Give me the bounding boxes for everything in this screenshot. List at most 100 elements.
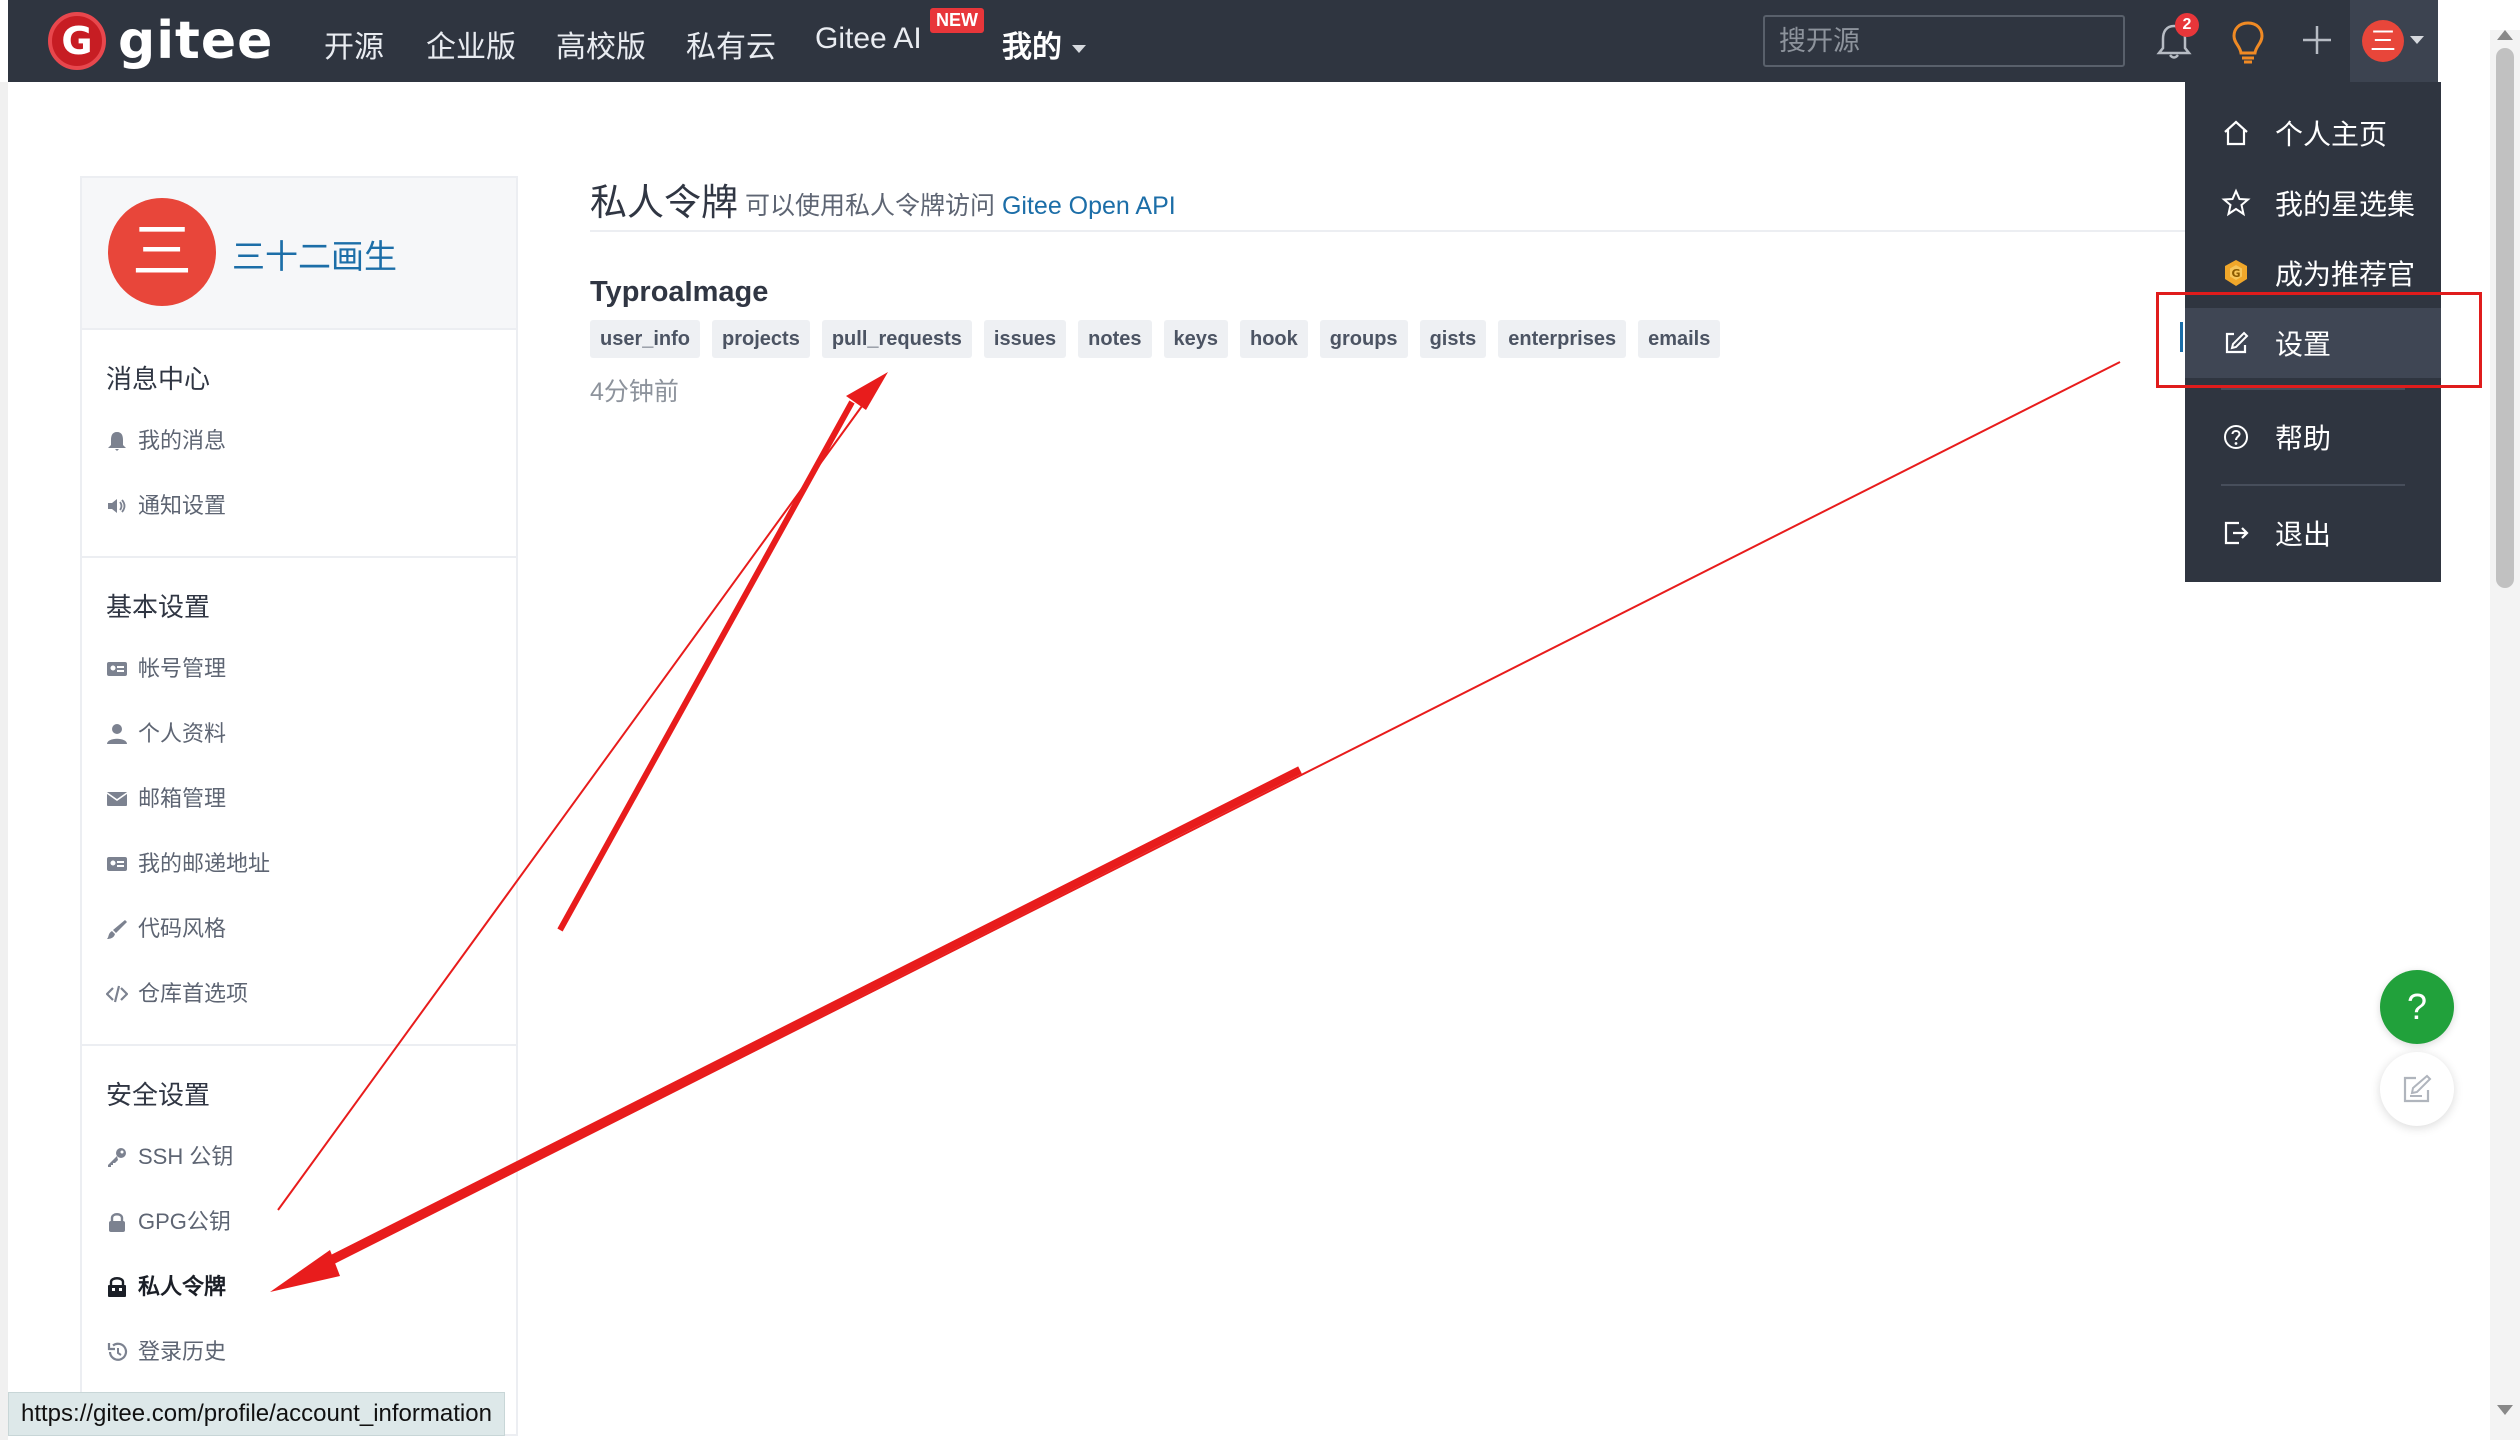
help-circle-icon [2224, 425, 2248, 449]
nav-item-open-source[interactable]: 开源 [324, 22, 384, 66]
edit-icon [2403, 1074, 2432, 1103]
new-badge: NEW [930, 8, 984, 33]
sidebar-item-account[interactable]: 帐号管理 [82, 636, 516, 701]
brush-icon [107, 919, 127, 939]
scope-tag: hook [1240, 320, 1308, 358]
sidebar-item-label: 个人资料 [138, 721, 227, 746]
nav-item-gitee-ai[interactable]: Gitee AI [815, 22, 922, 56]
sidebar-item-my-messages[interactable]: 我的消息 [82, 408, 516, 473]
top-navbar: G gitee 开源 企业版 高校版 私有云 Gitee AI NEW 我的 2 [8, 0, 2438, 82]
menu-item-logout[interactable]: 退出 [2185, 498, 2441, 568]
sidebar-item-email[interactable]: 邮箱管理 [82, 766, 516, 831]
sidebar-section-messages: 消息中心 我的消息 通知设置 [82, 330, 516, 558]
page-subtitle: 可以使用私人令牌访问 Gitee Open API [745, 192, 1176, 220]
annotation-arrow [319, 361, 2121, 1271]
sidebar-item-label: GPG公钥 [138, 1209, 231, 1234]
address-card-icon [107, 856, 127, 871]
sidebar-section-title: 安全设置 [106, 1080, 211, 1110]
scroll-down-arrow-icon[interactable] [2497, 1405, 2513, 1415]
scope-tag: issues [983, 320, 1067, 358]
help-button[interactable]: ? [2380, 970, 2454, 1044]
lock-icon [109, 1212, 125, 1232]
menu-divider [2221, 388, 2405, 390]
sidebar-item-label: 帐号管理 [138, 656, 227, 681]
plus-icon[interactable] [2299, 22, 2335, 58]
scope-tag: pull_requests [821, 320, 972, 358]
notification-count-badge: 2 [2175, 13, 2199, 37]
sidebar-item-code-style[interactable]: 代码风格 [82, 896, 516, 961]
menu-item-homepage[interactable]: 个人主页 [2185, 98, 2441, 168]
sidebar-section-security: 安全设置 SSH 公钥 GPG公钥 私人令牌 登录历史 [82, 1046, 516, 1402]
gitee-logo[interactable]: G gitee [48, 8, 273, 74]
avatar[interactable]: 三 [2362, 20, 2404, 62]
sidebar-user-card: 三 三十二画生 [82, 178, 516, 330]
sidebar-item-profile[interactable]: 个人资料 [82, 701, 516, 766]
scope-tag: notes [1078, 320, 1152, 358]
sidebar-item-label: 代码风格 [138, 916, 227, 941]
link-status-bar: https://gitee.com/profile/account_inform… [8, 1392, 505, 1436]
search-input[interactable] [1763, 15, 2125, 67]
scope-tag: enterprises [1498, 320, 1627, 358]
scope-tag: user_info [590, 320, 701, 358]
token-created-time: 4分钟前 [590, 378, 679, 406]
lightbulb-icon[interactable] [2230, 20, 2266, 64]
svg-text:G: G [2231, 267, 2240, 280]
scope-tag: emails [1638, 320, 1721, 358]
sidebar-item-label: 仓库首选项 [138, 981, 249, 1006]
open-api-link[interactable]: Gitee Open API [1002, 192, 1176, 220]
scope-tag: gists [1419, 320, 1487, 358]
annotation-arrow [557, 400, 855, 932]
feedback-button[interactable] [2380, 1052, 2454, 1126]
sidebar-item-label: 登录历史 [138, 1339, 227, 1364]
star-icon [2221, 188, 2251, 217]
sidebar-item-address[interactable]: 我的邮递地址 [82, 831, 516, 896]
sidebar-avatar[interactable]: 三 [108, 198, 216, 306]
sidebar-item-label: SSH 公钥 [138, 1144, 234, 1169]
sidebar-item-ssh-keys[interactable]: SSH 公钥 [82, 1124, 516, 1189]
speaker-icon [108, 498, 126, 513]
scrollbar-thumb[interactable] [2496, 48, 2514, 588]
gitee-logo-icon: G [48, 12, 106, 70]
token-icon [108, 1276, 126, 1297]
code-icon [106, 985, 128, 1002]
nav-item-enterprise[interactable]: 企业版 [426, 22, 516, 66]
sidebar-item-gpg-keys[interactable]: GPG公钥 [82, 1189, 516, 1254]
annotation-highlight-box [2156, 292, 2482, 388]
sidebar-username[interactable]: 三十二画生 [232, 230, 397, 278]
scope-tag: groups [1319, 320, 1408, 358]
sidebar-item-label: 私人令牌 [138, 1274, 227, 1299]
scope-tag: keys [1163, 320, 1228, 358]
badge-icon: G [2225, 260, 2247, 286]
sidebar-item-label: 邮箱管理 [138, 786, 227, 811]
key-icon [108, 1147, 126, 1167]
nav-item-education[interactable]: 高校版 [556, 22, 646, 66]
bell-icon [108, 431, 126, 451]
brand-name: gitee [118, 11, 274, 71]
scope-tag: projects [712, 320, 810, 358]
scroll-up-arrow-icon[interactable] [2497, 30, 2513, 40]
sidebar-item-login-history[interactable]: 登录历史 [82, 1319, 516, 1384]
page-title: 私人令牌 [590, 182, 738, 223]
sidebar-item-label: 我的消息 [138, 428, 227, 453]
sidebar-item-repo-preferences[interactable]: 仓库首选项 [82, 961, 516, 1026]
menu-item-starred[interactable]: 我的星选集 [2185, 168, 2441, 238]
logout-icon [2224, 521, 2249, 545]
user-icon [107, 723, 127, 744]
sidebar-item-label: 通知设置 [138, 493, 227, 518]
sidebar-section-title: 基本设置 [106, 592, 211, 622]
nav-item-mine[interactable]: 我的 [1002, 22, 1086, 66]
window-left-edge [0, 82, 8, 1440]
settings-sidebar: 三 三十二画生 消息中心 我的消息 通知设置 基本设置 帐号管理 个人资料 邮箱… [80, 176, 518, 1436]
envelope-icon [106, 791, 128, 806]
nav-item-private-cloud[interactable]: 私有云 [686, 22, 776, 66]
sidebar-item-notification-settings[interactable]: 通知设置 [82, 473, 516, 538]
menu-item-help[interactable]: 帮助 [2185, 402, 2441, 472]
menu-divider [2221, 484, 2405, 486]
sidebar-item-private-token[interactable]: 私人令牌 [82, 1254, 516, 1319]
home-icon [2224, 120, 2248, 146]
token-name: TyproaImage [590, 276, 769, 308]
chevron-down-icon [2410, 36, 2424, 44]
sidebar-section-title: 消息中心 [106, 364, 211, 394]
token-scopes: user_info projects pull_requests issues … [590, 320, 1721, 358]
history-icon [107, 1342, 128, 1361]
